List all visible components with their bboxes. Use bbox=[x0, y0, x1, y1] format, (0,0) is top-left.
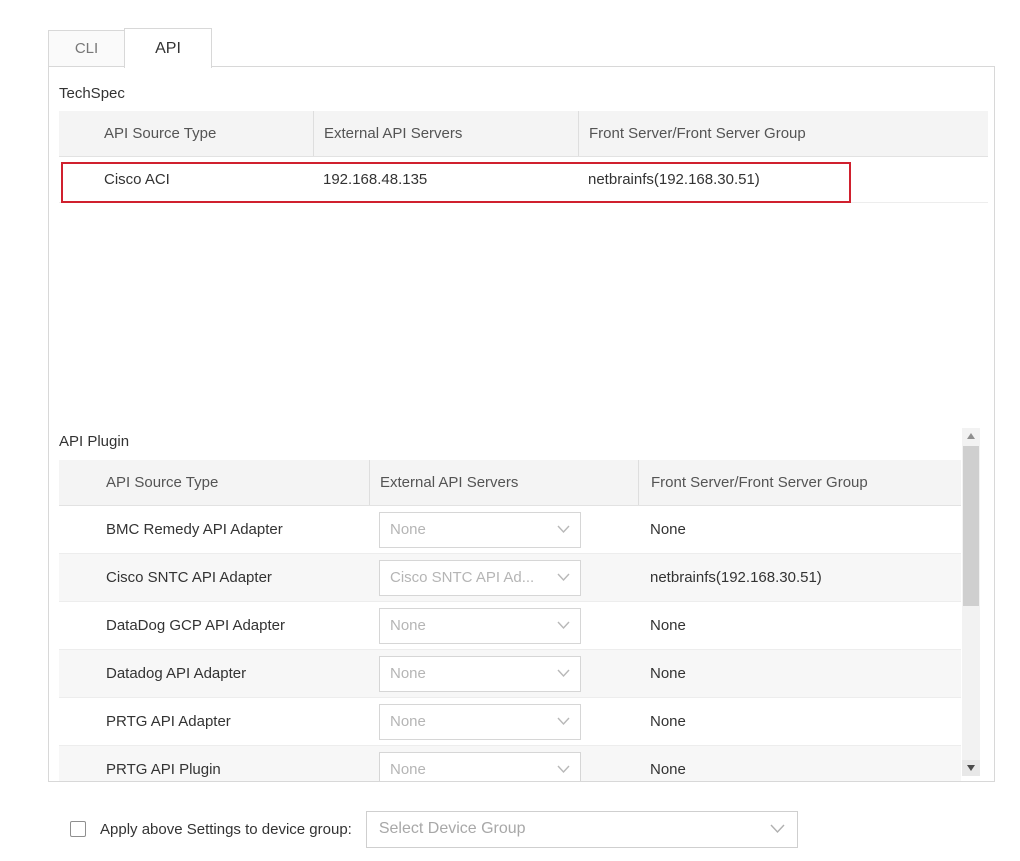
external-api-server-select[interactable]: None bbox=[379, 752, 581, 783]
cell-front-server: None bbox=[638, 521, 961, 538]
cell-front-server: netbrainfs(192.168.30.51) bbox=[578, 171, 988, 188]
chevron-down-icon bbox=[557, 525, 570, 534]
tab-cli-label: CLI bbox=[75, 40, 98, 57]
cell-front-server: None bbox=[638, 665, 961, 682]
cell-source-type: BMC Remedy API Adapter bbox=[96, 521, 369, 538]
table-row-datadog: Datadog API Adapter None None bbox=[59, 650, 961, 698]
cell-source-type: Cisco SNTC API Adapter bbox=[96, 569, 369, 586]
chevron-down-icon bbox=[557, 621, 570, 630]
apply-device-group-label: Apply above Settings to device group: bbox=[100, 821, 352, 838]
cell-front-server: netbrainfs(192.168.30.51) bbox=[638, 569, 961, 586]
footer: Apply above Settings to device group: Se… bbox=[48, 810, 995, 848]
scroll-up-icon[interactable] bbox=[962, 428, 980, 444]
cell-external-servers: None bbox=[369, 704, 638, 740]
column-header-api-source-type: API Source Type bbox=[94, 111, 313, 156]
api-plugin-table: API Source Type External API Servers Fro… bbox=[59, 460, 961, 782]
table-row-datadog-gcp: DataDog GCP API Adapter None None bbox=[59, 602, 961, 650]
cell-external-servers: None bbox=[369, 752, 638, 783]
chevron-down-icon bbox=[770, 824, 785, 834]
cell-source-type: Cisco ACI bbox=[94, 171, 313, 188]
header-gutter bbox=[59, 111, 94, 156]
column-header-external-api-servers: External API Servers bbox=[369, 460, 638, 505]
column-header-api-source-type: API Source Type bbox=[96, 460, 369, 505]
header-gutter bbox=[59, 460, 96, 505]
column-header-front-server: Front Server/Front Server Group bbox=[578, 111, 988, 156]
cell-front-server: None bbox=[638, 617, 961, 634]
cell-external-servers: None bbox=[369, 512, 638, 548]
external-api-server-select[interactable]: None bbox=[379, 656, 581, 692]
apply-device-group-checkbox[interactable] bbox=[70, 821, 86, 837]
api-plugin-section-label: API Plugin bbox=[59, 433, 129, 450]
cell-external-servers: None bbox=[369, 608, 638, 644]
chevron-down-icon bbox=[557, 765, 570, 774]
external-api-server-select[interactable]: None bbox=[379, 608, 581, 644]
cell-front-server: None bbox=[638, 761, 961, 778]
tab-api[interactable]: API bbox=[124, 28, 212, 68]
table-row-prtg-plugin: PRTG API Plugin None None bbox=[59, 746, 961, 782]
scrollbar-thumb[interactable] bbox=[963, 446, 979, 606]
techspec-row-cisco-aci[interactable]: Cisco ACI 192.168.48.135 netbrainfs(192.… bbox=[59, 157, 988, 203]
cell-external-servers: Cisco SNTC API Ad... bbox=[369, 560, 638, 596]
cell-external-servers: 192.168.48.135 bbox=[313, 171, 578, 188]
external-api-server-select[interactable]: None bbox=[379, 704, 581, 740]
techspec-section-label: TechSpec bbox=[59, 85, 125, 102]
chevron-down-icon bbox=[557, 669, 570, 678]
api-settings-page: CLI API TechSpec API Source Type Externa… bbox=[0, 0, 1020, 861]
api-tab-panel: TechSpec API Source Type External API Se… bbox=[48, 66, 995, 782]
selected-value: Cisco SNTC API Ad... bbox=[390, 569, 534, 586]
chevron-down-icon bbox=[557, 573, 570, 582]
table-row-bmc-remedy: BMC Remedy API Adapter None None bbox=[59, 506, 961, 554]
cell-source-type: PRTG API Adapter bbox=[96, 713, 369, 730]
selected-value: None bbox=[390, 617, 426, 634]
tab-api-label: API bbox=[155, 40, 181, 58]
table-row-cisco-sntc: Cisco SNTC API Adapter Cisco SNTC API Ad… bbox=[59, 554, 961, 602]
techspec-table-header: API Source Type External API Servers Fro… bbox=[59, 111, 988, 157]
scroll-down-icon[interactable] bbox=[962, 760, 980, 776]
external-api-server-select[interactable]: Cisco SNTC API Ad... bbox=[379, 560, 581, 596]
cell-front-server: None bbox=[638, 713, 961, 730]
external-api-server-select[interactable]: None bbox=[379, 512, 581, 548]
column-header-front-server: Front Server/Front Server Group bbox=[638, 460, 961, 505]
cell-source-type: Datadog API Adapter bbox=[96, 665, 369, 682]
tab-cli[interactable]: CLI bbox=[48, 30, 125, 67]
cell-external-servers: None bbox=[369, 656, 638, 692]
chevron-down-icon bbox=[557, 717, 570, 726]
device-group-placeholder: Select Device Group bbox=[379, 820, 526, 838]
selected-value: None bbox=[390, 713, 426, 730]
cell-source-type: DataDog GCP API Adapter bbox=[96, 617, 369, 634]
table-row-prtg-adapter: PRTG API Adapter None None bbox=[59, 698, 961, 746]
api-plugin-table-header: API Source Type External API Servers Fro… bbox=[59, 460, 961, 506]
vertical-scrollbar[interactable] bbox=[962, 428, 980, 776]
selected-value: None bbox=[390, 521, 426, 538]
device-group-select[interactable]: Select Device Group bbox=[366, 811, 798, 848]
selected-value: None bbox=[390, 761, 426, 778]
selected-value: None bbox=[390, 665, 426, 682]
column-header-external-api-servers: External API Servers bbox=[313, 111, 578, 156]
cell-source-type: PRTG API Plugin bbox=[96, 761, 369, 778]
techspec-table: API Source Type External API Servers Fro… bbox=[59, 111, 988, 203]
